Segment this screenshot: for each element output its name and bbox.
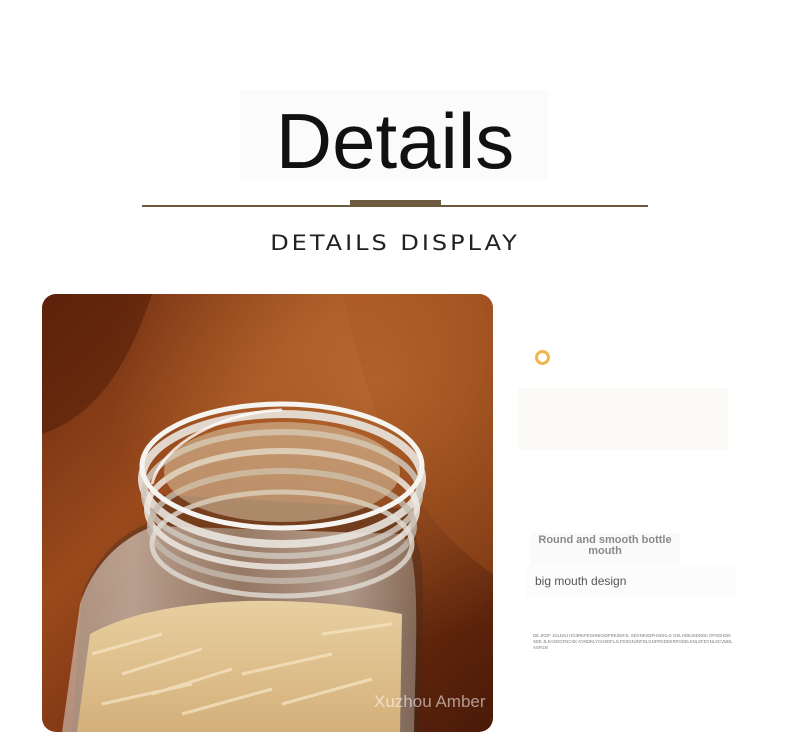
faded-label-box [518, 388, 728, 450]
photo-watermark: Xuzhou Amber [374, 692, 486, 711]
section-subtitle: DETAILS DISPLAY [270, 230, 520, 256]
jar-illustration [42, 294, 493, 732]
header-divider-accent [350, 200, 441, 206]
feature-subtitle: big mouth design [535, 574, 627, 588]
product-photo: Xuzhou Amber [42, 294, 493, 732]
feature-title: Round and smooth bottle mouth [538, 534, 672, 557]
page-title: Details [275, 97, 515, 185]
fine-print: DE JKDF JGLDSJ HG3RKFEGHNKSDFRKSDFJL SDV… [533, 633, 733, 650]
ring-icon [535, 350, 550, 365]
